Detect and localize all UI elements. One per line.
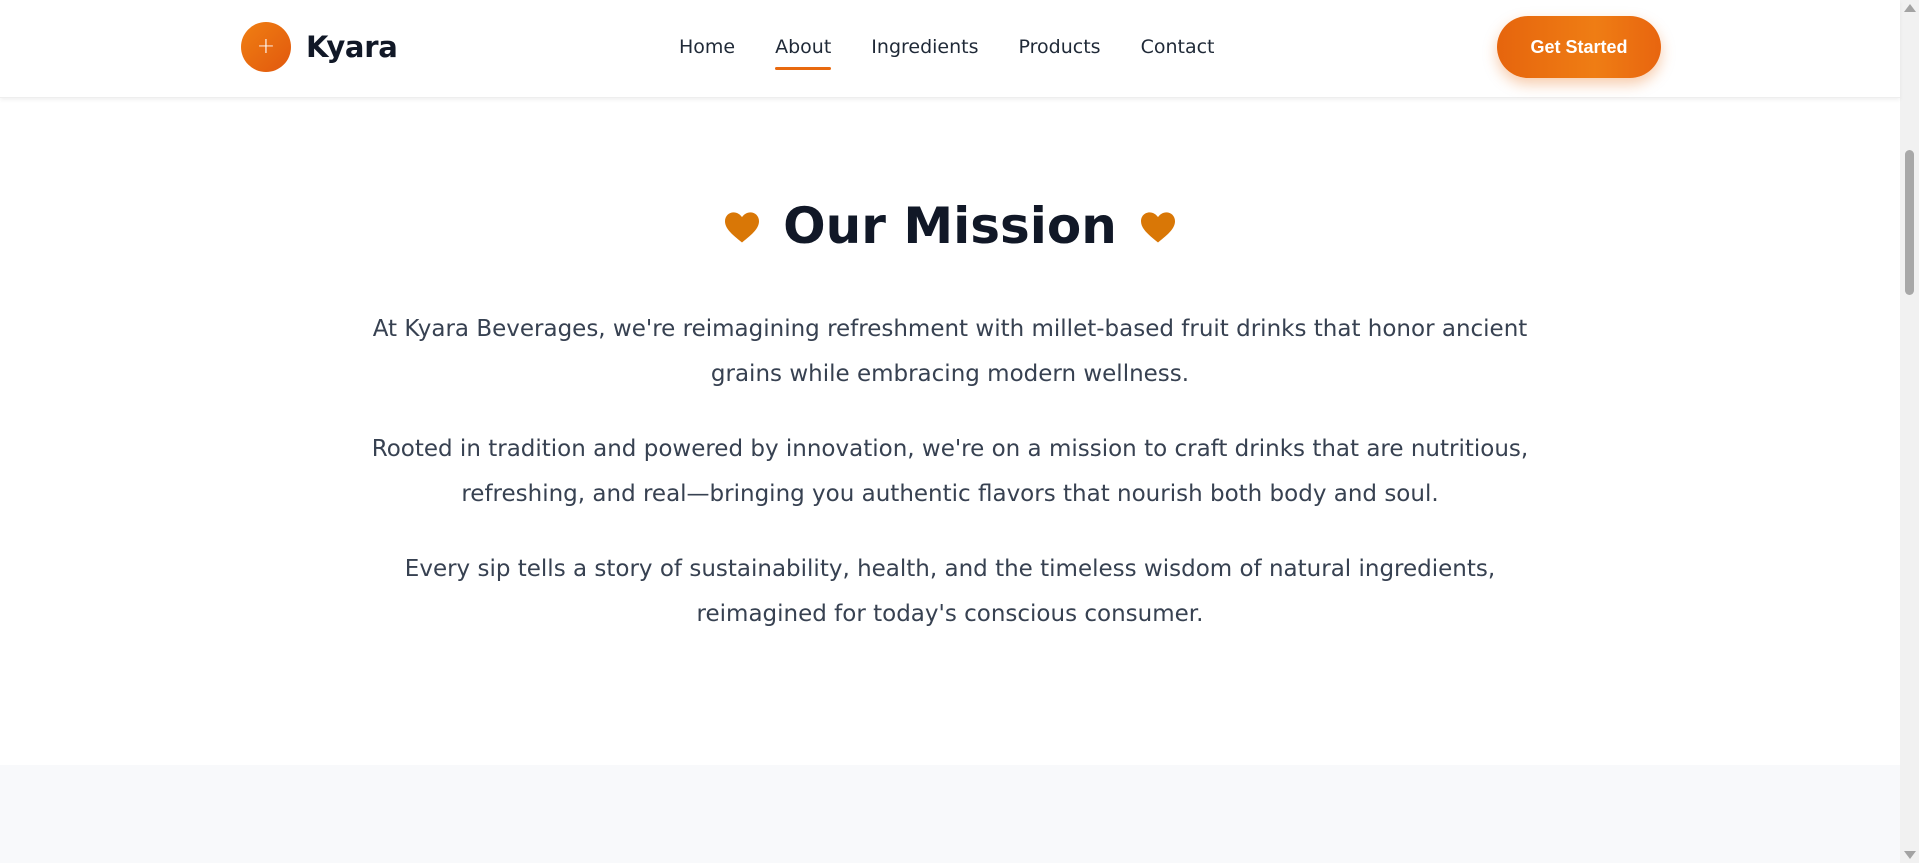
brand-logo[interactable]: + Kyara [241,22,398,72]
site-header: + Kyara Home About Ingredients Products … [0,0,1900,98]
scroll-up-arrow-icon[interactable] [1904,4,1916,12]
scroll-thumb[interactable] [1905,150,1914,295]
mission-paragraph-2: Rooted in tradition and powered by innov… [371,436,1529,507]
mission-paragraph-3: Every sip tells a story of sustainabilit… [404,556,1496,627]
next-section [0,765,1900,863]
mission-paragraph-1: At Kyara Beverages, we're reimagining re… [372,316,1528,387]
get-started-button[interactable]: Get Started [1497,16,1661,78]
page-scrollbar[interactable] [1900,0,1919,863]
logo-plus-icon: + [241,22,291,72]
nav-link-about[interactable]: About [775,26,832,70]
mission-section: Our Mission At Kyara Beverages, we're re… [0,97,1900,765]
heart-icon [725,211,760,242]
scroll-down-arrow-icon[interactable] [1904,851,1916,859]
page: + Kyara Home About Ingredients Products … [0,0,1900,863]
brand-name: Kyara [306,30,398,64]
nav-link-contact[interactable]: Contact [1141,26,1215,70]
mission-title-row: Our Mission [0,199,1900,254]
nav-link-home[interactable]: Home [679,26,735,70]
browser-viewport: + Kyara Home About Ingredients Products … [0,0,1919,863]
nav-link-products[interactable]: Products [1019,26,1101,70]
mission-title: Our Mission [783,197,1117,255]
nav-link-ingredients[interactable]: Ingredients [871,26,978,70]
heart-icon [1140,211,1175,242]
main-nav: Home About Ingredients Products Contact [679,26,1214,70]
